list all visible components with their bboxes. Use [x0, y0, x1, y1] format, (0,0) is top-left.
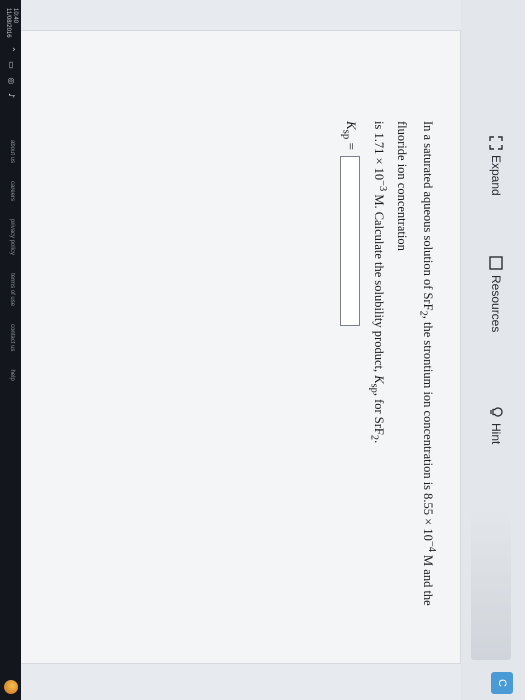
question-text: In a saturated aqueous solution of SrF2,…	[364, 121, 441, 641]
expand-label: Expand	[489, 155, 503, 196]
checkbox-icon	[489, 256, 503, 270]
resources-label: Resources	[489, 275, 503, 333]
os-taskbar: 10:40 11/08/2016 ⌃ ▭ ◎ ♪ about us career…	[0, 0, 21, 700]
question-text-segment: is 1.71 × 10	[372, 121, 387, 181]
footer-link[interactable]: privacy policy	[9, 219, 15, 255]
footer-link[interactable]: about us	[9, 140, 15, 163]
expand-button[interactable]: Expand	[489, 136, 503, 196]
superscript: −4	[426, 540, 437, 552]
footer-link[interactable]: terms of use	[9, 273, 15, 306]
question-text-segment: , for SrF	[372, 392, 387, 435]
expand-icon	[489, 136, 503, 150]
equals-sign: =	[344, 139, 360, 150]
subscript: sp	[368, 383, 380, 393]
footer-links: about us careers privacy policy terms of…	[9, 140, 15, 381]
clock-date: 11/08/2016	[5, 8, 11, 38]
superscript: −3	[377, 180, 389, 192]
taskbar-clock: 10:40 11/08/2016	[4, 8, 18, 38]
hint-button[interactable]: Hint	[489, 406, 503, 444]
answer-row: Ksp =	[340, 121, 360, 326]
resources-button[interactable]: Resources	[489, 256, 503, 332]
footer-link[interactable]: help	[9, 369, 15, 380]
ksp-answer-input[interactable]	[340, 155, 360, 326]
answer-label: Ksp =	[341, 121, 360, 150]
question-text-segment: M. Calculate the solubility product,	[372, 191, 387, 376]
question-text-segment: , the strontium ion concentration is 8.5…	[420, 315, 435, 541]
footer-link[interactable]: careers	[9, 181, 15, 201]
tray-icons[interactable]: ⌃ ▭ ◎ ♪	[7, 46, 16, 101]
start-button-icon[interactable]	[4, 680, 18, 694]
ksp-symbol: K	[344, 121, 360, 130]
corner-badge[interactable]: C	[491, 672, 513, 694]
toolbar-faded-bar	[471, 510, 511, 660]
clock-time: 10:40	[12, 8, 18, 24]
question-line-2: is 1.71 × 10−3 M. Calculate the solubili…	[364, 121, 393, 641]
question-text-segment: .	[372, 440, 387, 444]
subscript: sp	[340, 129, 353, 140]
ksp-symbol: K	[372, 375, 387, 384]
footer-link[interactable]: contact us	[9, 324, 15, 351]
lightbulb-icon	[490, 407, 503, 417]
hint-label: Hint	[489, 423, 503, 445]
toolbar: Expand Resources Hint C	[461, 0, 525, 700]
question-line-1: In a saturated aqueous solution of SrF2,…	[392, 121, 441, 641]
question-panel: In a saturated aqueous solution of SrF2,…	[19, 30, 461, 664]
rotated-screen: Expand Resources Hint C In a saturated a…	[0, 0, 525, 700]
question-text-segment: In a saturated aqueous solution of SrF	[420, 121, 435, 311]
